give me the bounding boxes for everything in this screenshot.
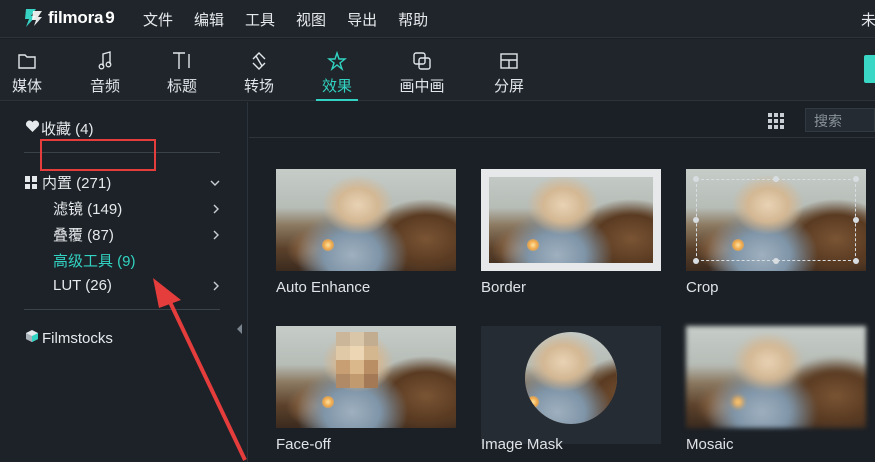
effect-card-border[interactable]: Border xyxy=(481,169,661,299)
library-header: 搜索 xyxy=(249,102,875,138)
effect-label: Mosaic xyxy=(686,436,734,453)
sidebar-builtin[interactable]: 内置 (271) xyxy=(25,172,111,193)
menu-export[interactable]: 导出 xyxy=(347,9,377,30)
effect-card-mosaic[interactable]: Mosaic xyxy=(686,326,866,462)
border-frame xyxy=(481,169,661,271)
annotation-highlight-box xyxy=(40,139,156,171)
heart-icon xyxy=(25,120,41,137)
sidebar-item-overlays[interactable]: 叠覆 (87) xyxy=(53,224,114,245)
sidebar-item-label: 滤镜 (149) xyxy=(53,201,123,218)
text-icon xyxy=(171,51,193,71)
effects-icon xyxy=(327,51,347,71)
effect-card-face-off[interactable]: Face-off xyxy=(276,326,456,462)
annotation-arrow-icon xyxy=(153,278,247,461)
thumbnail-image xyxy=(276,169,456,271)
mask-circle xyxy=(525,332,617,424)
crop-frame xyxy=(696,179,856,261)
app-logo: filmora 9 xyxy=(24,6,115,30)
menu-file[interactable]: 文件 xyxy=(143,9,173,30)
menu-edit[interactable]: 编辑 xyxy=(194,9,224,30)
tab-transitions[interactable]: 转场 xyxy=(240,39,278,101)
effect-thumbnail[interactable] xyxy=(276,326,456,428)
sidebar-filmstocks[interactable]: Filmstocks xyxy=(25,329,113,347)
effect-label: Crop xyxy=(686,279,719,296)
app-version: 9 xyxy=(105,8,115,27)
sidebar-item-label: 高级工具 (9) xyxy=(53,253,136,270)
effect-thumbnail[interactable] xyxy=(686,326,866,428)
menu-tools[interactable]: 工具 xyxy=(245,9,275,30)
menu-right-text[interactable]: 未 xyxy=(861,9,875,30)
sidebar-favorites[interactable]: 收藏 (4) xyxy=(25,118,94,139)
sidebar-item-lut[interactable]: LUT (26) xyxy=(53,277,112,294)
sidebar-filmstocks-label: Filmstocks xyxy=(42,329,113,347)
sidebar-favorites-label: 收藏 (4) xyxy=(41,121,94,138)
effect-label: Auto Enhance xyxy=(276,279,371,296)
chevron-right-icon[interactable] xyxy=(211,201,221,214)
main-menu: 文件 编辑 工具 视图 导出 帮助 xyxy=(143,9,449,30)
filmstocks-cube-icon xyxy=(25,329,42,347)
split-screen-icon xyxy=(499,51,519,71)
effects-library: 搜索 Auto Enhance Border Crop Face-off Ima… xyxy=(249,102,875,462)
tab-pip[interactable]: 画中画 xyxy=(397,39,447,101)
tab-titles[interactable]: 标题 xyxy=(162,39,202,101)
menu-help[interactable]: 帮助 xyxy=(398,9,428,30)
menu-view[interactable]: 视图 xyxy=(296,9,326,30)
sidebar-item-label: LUT (26) xyxy=(53,277,112,294)
tab-audio-label: 音频 xyxy=(89,78,120,95)
effect-label: Image Mask xyxy=(481,436,563,453)
menu-bar: filmora 9 文件 编辑 工具 视图 导出 帮助 未 xyxy=(0,0,875,38)
tab-pip-label: 画中画 xyxy=(399,78,445,95)
tab-transitions-label: 转场 xyxy=(243,78,274,95)
thumbnail-image xyxy=(686,326,866,428)
grid-view-icon[interactable] xyxy=(768,113,786,129)
thumbnail-image xyxy=(525,332,617,424)
effect-thumbnail[interactable] xyxy=(276,169,456,271)
effect-thumbnail[interactable] xyxy=(481,169,661,271)
filmora-logo-icon xyxy=(24,7,44,29)
chevron-down-icon[interactable] xyxy=(210,175,220,186)
app-name: filmora xyxy=(48,8,104,27)
chevron-right-icon[interactable] xyxy=(211,227,221,240)
tab-titles-label: 标题 xyxy=(166,78,197,95)
tab-audio[interactable]: 音频 xyxy=(86,39,124,101)
tab-split-screen-label: 分屏 xyxy=(493,78,524,95)
effect-thumbnail[interactable] xyxy=(686,169,866,271)
effect-card-auto-enhance[interactable]: Auto Enhance xyxy=(276,169,456,299)
sidebar-builtin-label: 内置 (271) xyxy=(42,175,112,192)
transition-icon xyxy=(249,51,269,71)
grid-icon xyxy=(25,176,38,189)
media-toolbar: 媒体 音频 标题 转场 效果 画中画 分屏 xyxy=(0,39,875,101)
effect-card-crop[interactable]: Crop xyxy=(686,169,866,299)
effect-label: Face-off xyxy=(276,436,331,453)
sidebar-item-label: 叠覆 (87) xyxy=(53,227,114,244)
export-button-edge[interactable] xyxy=(864,55,875,83)
folder-icon xyxy=(17,51,37,71)
music-note-icon xyxy=(97,51,113,71)
tab-effects[interactable]: 效果 xyxy=(316,39,358,101)
tab-effects-label: 效果 xyxy=(321,78,352,95)
pip-icon xyxy=(412,51,432,71)
effect-card-image-mask[interactable]: Image Mask xyxy=(481,326,661,462)
sidebar-item-advanced-tools[interactable]: 高级工具 (9) xyxy=(53,250,136,271)
sidebar-item-filters[interactable]: 滤镜 (149) xyxy=(53,198,122,219)
tab-split-screen[interactable]: 分屏 xyxy=(490,39,528,101)
search-input[interactable]: 搜索 xyxy=(805,108,875,132)
effect-label: Border xyxy=(481,279,527,296)
tab-media[interactable]: 媒体 xyxy=(8,39,46,101)
tab-media-label: 媒体 xyxy=(11,78,42,95)
